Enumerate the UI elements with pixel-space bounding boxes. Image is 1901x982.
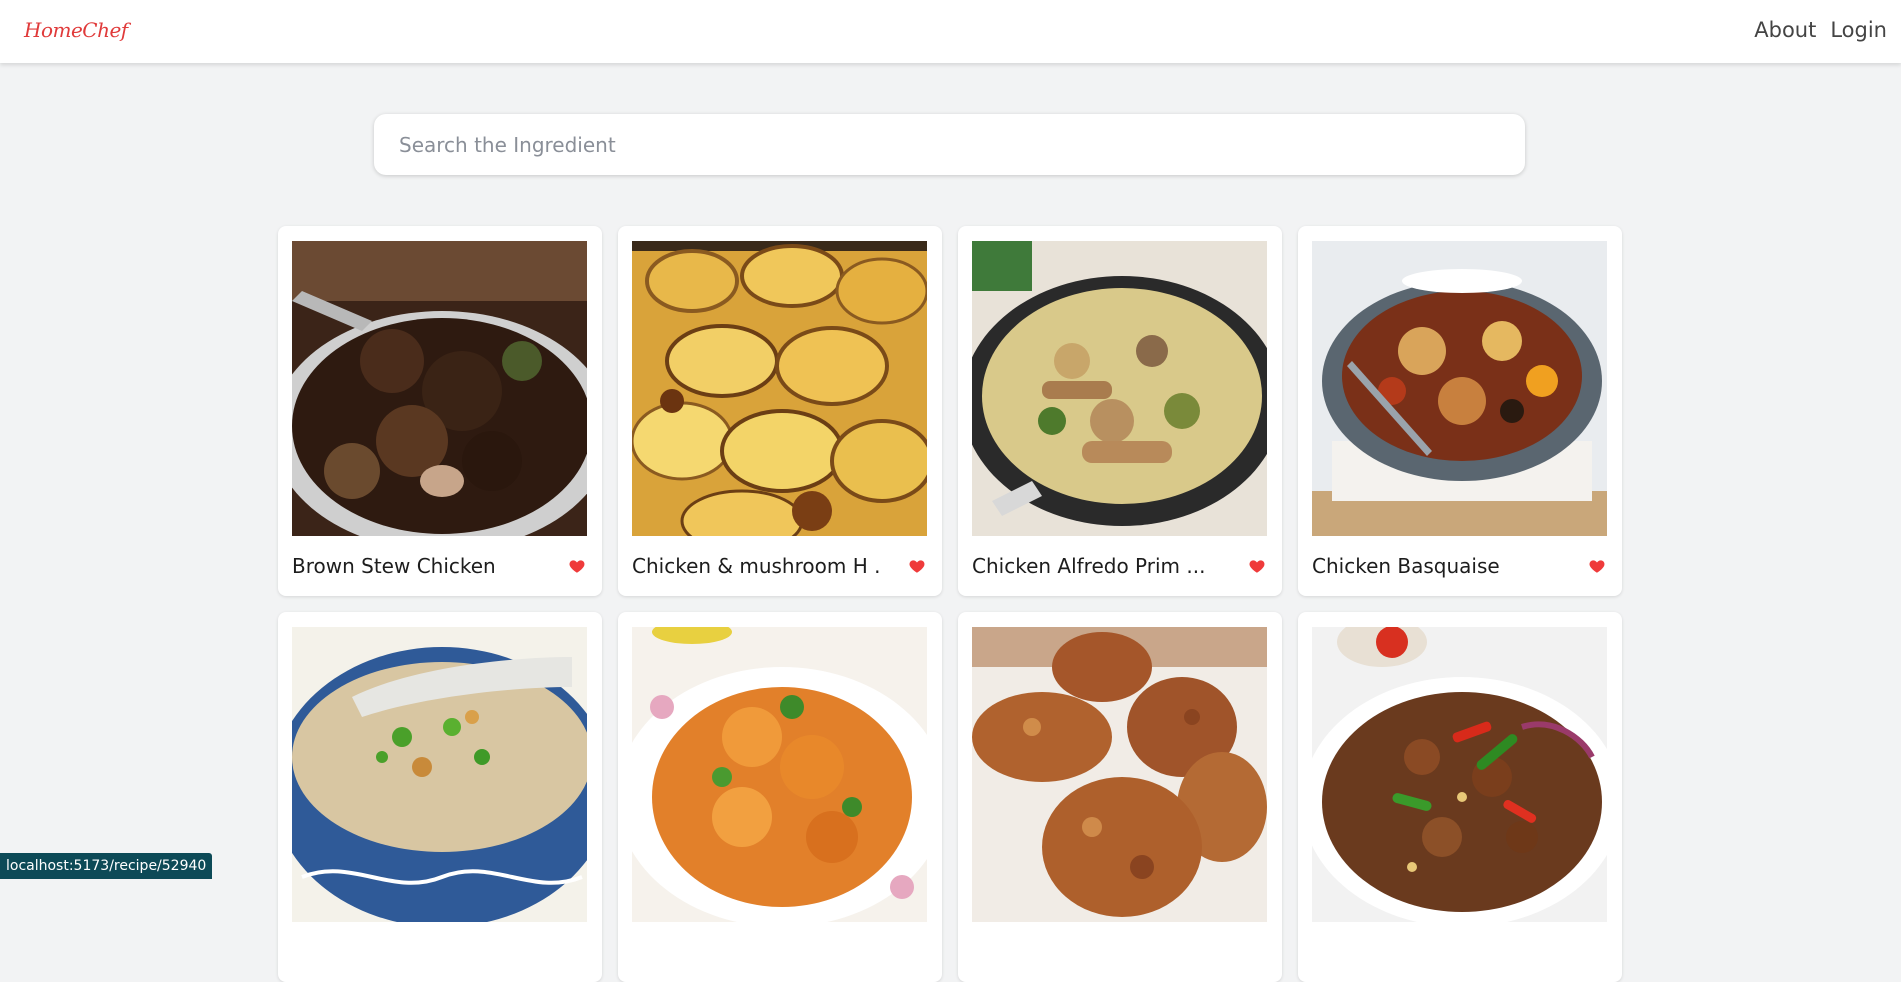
recipe-card[interactable]: [1298, 612, 1622, 982]
chicken-basquaise-image: [1312, 241, 1607, 536]
heart-icon[interactable]: [568, 557, 586, 575]
brown-stew-chicken-image: [292, 241, 587, 536]
recipe-card[interactable]: Brown Stew Chicken: [278, 226, 602, 596]
fried-chicken-image: [972, 627, 1267, 922]
chicken-mushroom-hotpot-image: [632, 241, 927, 536]
chicken-alfredo-primavera-image: [972, 241, 1267, 536]
recipe-title: Chicken Basquaise: [1312, 554, 1562, 578]
search-bar: [374, 114, 1525, 175]
recipe-title: Chicken Alfredo Prim ...: [972, 554, 1222, 578]
chicken-curry-image: [632, 627, 927, 922]
recipe-card[interactable]: [278, 612, 602, 982]
recipe-grid: Brown Stew Chicken Chicken &: [278, 226, 1622, 982]
homechef-logo[interactable]: HomeChef: [24, 18, 128, 42]
nav-link-about[interactable]: About: [1754, 18, 1816, 42]
status-bar-url: localhost:5173/recipe/52940: [0, 853, 212, 879]
recipe-card[interactable]: Chicken & mushroom H ...: [618, 226, 942, 596]
recipe-card[interactable]: [958, 612, 1282, 982]
navbar: HomeChef About Login: [0, 0, 1901, 63]
nav-links: About Login: [1754, 18, 1887, 42]
chicken-stir-fry-image: [1312, 627, 1607, 922]
nav-link-login[interactable]: Login: [1830, 18, 1887, 42]
heart-icon[interactable]: [1248, 557, 1266, 575]
recipe-title: Chicken & mushroom H ...: [632, 554, 882, 578]
recipe-card[interactable]: [618, 612, 942, 982]
recipe-card[interactable]: Chicken Alfredo Prim ...: [958, 226, 1282, 596]
congee-bowl-image: [292, 627, 587, 922]
recipe-card[interactable]: Chicken Basquaise: [1298, 226, 1622, 596]
search-input[interactable]: [374, 114, 1525, 175]
heart-icon[interactable]: [908, 557, 926, 575]
recipe-title: Brown Stew Chicken: [292, 554, 542, 578]
heart-icon[interactable]: [1588, 557, 1606, 575]
